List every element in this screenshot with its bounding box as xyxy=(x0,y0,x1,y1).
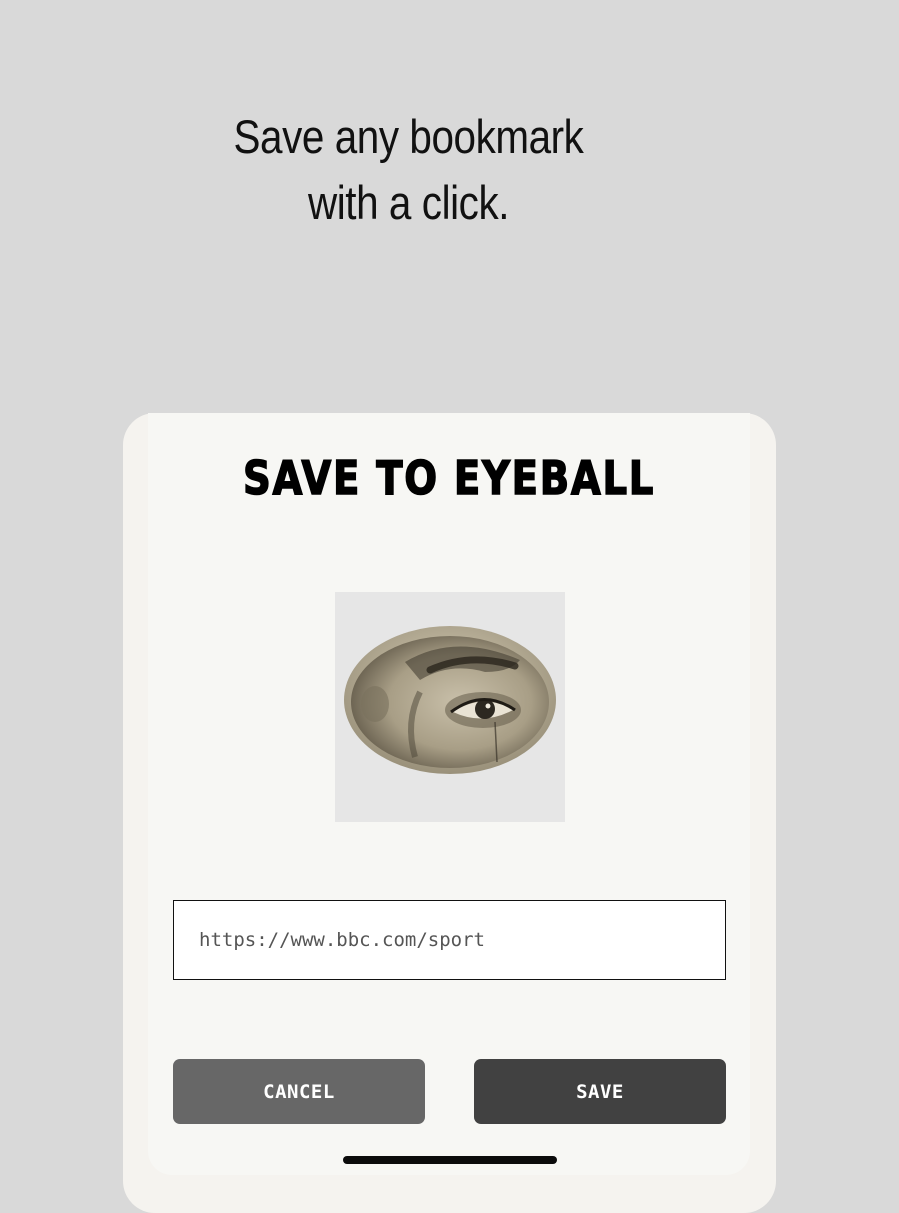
home-indicator[interactable] xyxy=(343,1156,557,1164)
promo-line-2: with a click. xyxy=(307,176,510,229)
save-button[interactable]: SAVE xyxy=(474,1059,726,1124)
eye-illustration-icon xyxy=(344,626,556,774)
bookmark-preview-image xyxy=(335,592,565,822)
promo-line-1: Save any bookmark xyxy=(233,110,584,163)
dialog-title: SAVE TO EYEBALL xyxy=(242,450,656,506)
url-input[interactable] xyxy=(173,900,726,980)
cancel-button[interactable]: CANCEL xyxy=(173,1059,425,1124)
promo-headline: Save any bookmark with a click. xyxy=(0,104,817,236)
